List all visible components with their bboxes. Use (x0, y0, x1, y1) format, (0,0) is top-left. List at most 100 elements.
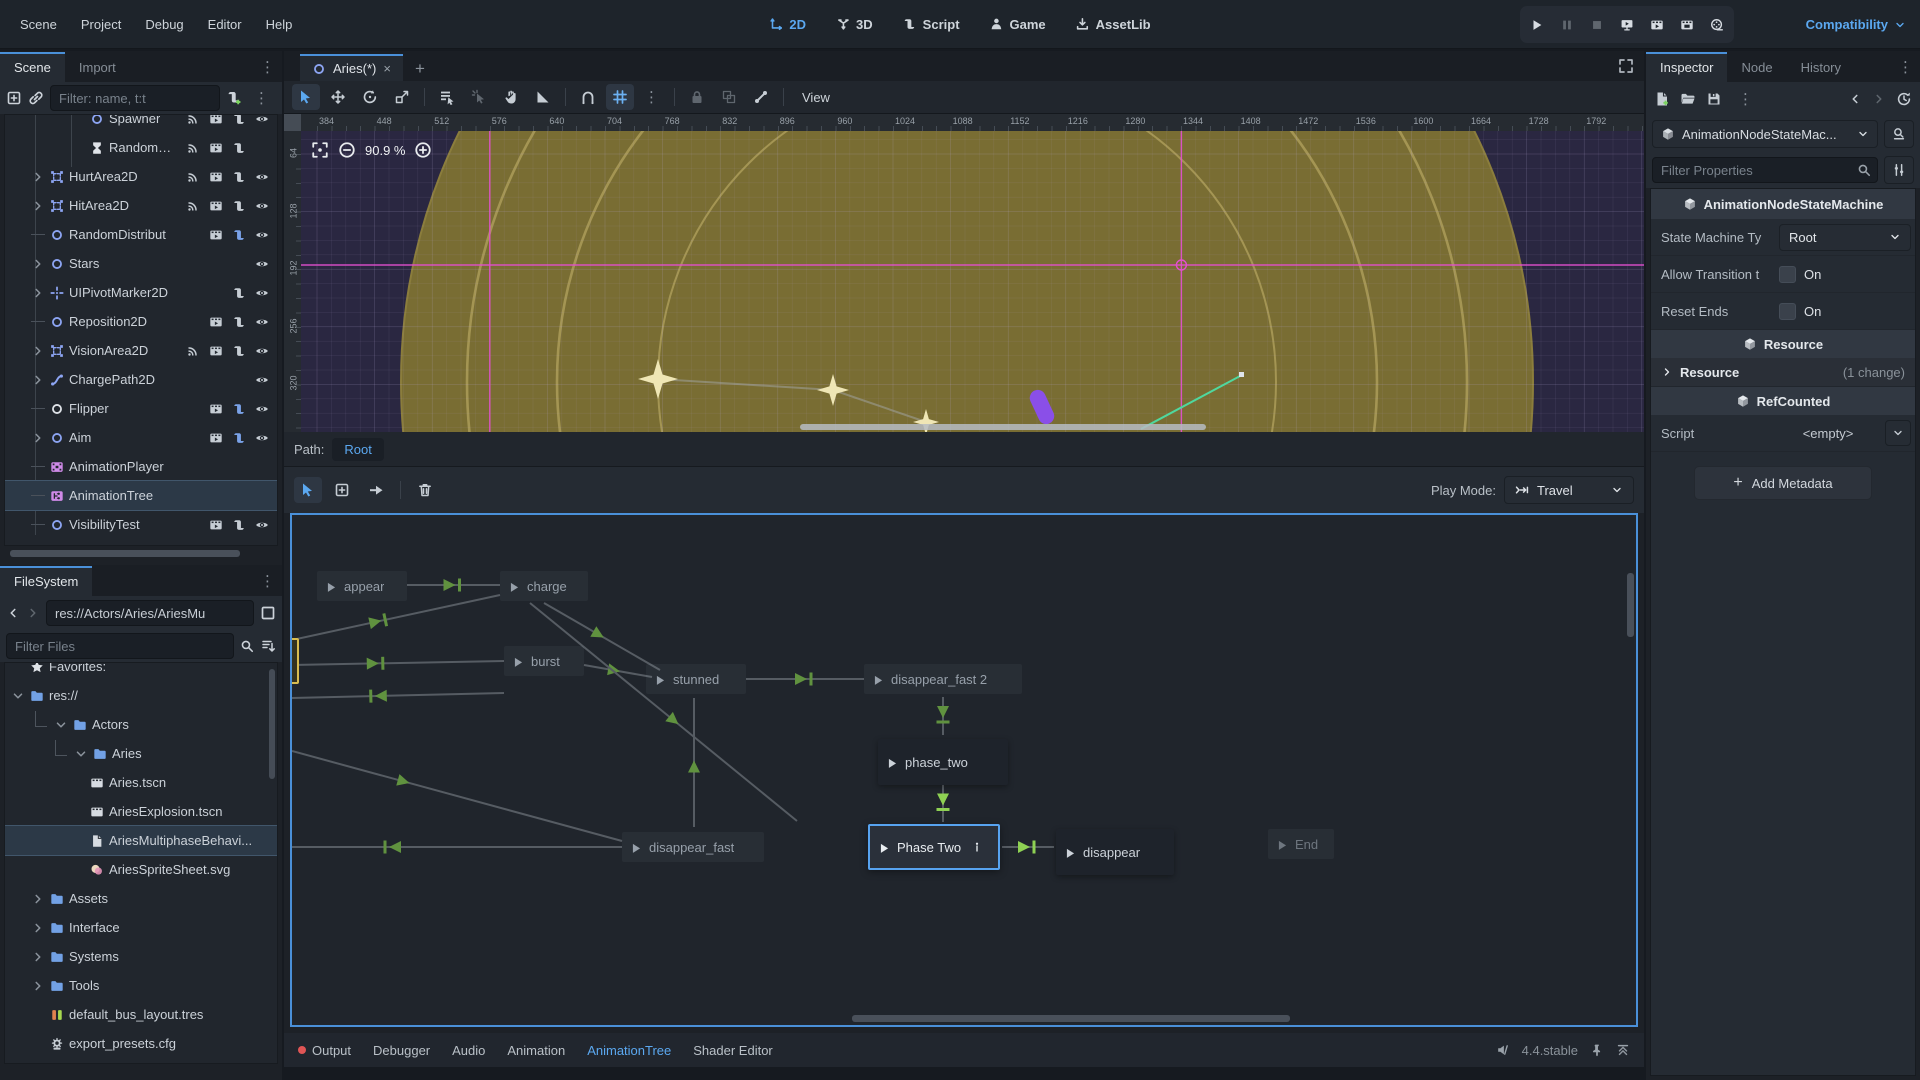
play-button[interactable] (1530, 18, 1544, 32)
new-scene-tab-button[interactable]: + (403, 57, 437, 81)
scene-node-visionarea2d[interactable]: VisionArea2D (5, 336, 277, 365)
state-node-disappear-fast-2[interactable]: disappear_fast 2 (864, 664, 1022, 694)
file-item-aries-tscn[interactable]: Aries.tscn (5, 768, 277, 797)
file-item-ariesmultiphasebehavi-[interactable]: AriesMultiphaseBehavi... (5, 826, 277, 855)
pan-tool[interactable] (497, 84, 525, 110)
graph-connect-tool[interactable] (362, 477, 390, 503)
movie-badge-icon[interactable] (209, 344, 223, 358)
file-item-export-presets-cfg[interactable]: export_presets.cfg (5, 1029, 277, 1058)
scene-node-animationplayer[interactable]: AnimationPlayer (5, 452, 277, 481)
signal-badge-icon[interactable] (186, 344, 200, 358)
workspace-2d[interactable]: 2D (759, 12, 816, 37)
grid-snap-toggle[interactable] (606, 84, 634, 110)
tab-node[interactable]: Node (1727, 52, 1786, 82)
play-state-icon[interactable] (656, 674, 665, 685)
movie-maker-button[interactable] (1710, 18, 1724, 32)
script-badge-icon[interactable] (232, 431, 246, 445)
expand-icon[interactable] (31, 257, 45, 271)
play-scene-button[interactable] (1650, 18, 1664, 32)
state-node-appear[interactable]: appear (317, 571, 407, 601)
signal-badge-icon[interactable] (186, 114, 200, 126)
pause-button[interactable] (1560, 18, 1574, 32)
property-tools-button[interactable] (1884, 156, 1914, 184)
view-menu[interactable]: View (792, 86, 840, 109)
script-dropdown-button[interactable] (1885, 420, 1911, 446)
eye-badge-icon[interactable] (255, 431, 269, 445)
script-badge-icon[interactable] (232, 170, 246, 184)
eye-badge-icon[interactable] (255, 402, 269, 416)
script-badge-icon[interactable] (232, 402, 246, 416)
play-state-icon[interactable] (1278, 839, 1287, 850)
play-mode-select[interactable]: Travel (1504, 476, 1634, 504)
file-item-ariesexplosion-tscn[interactable]: AriesExplosion.tscn (5, 797, 277, 826)
rotate-tool[interactable] (356, 84, 384, 110)
eye-badge-icon[interactable] (255, 114, 269, 126)
play-state-icon[interactable] (888, 757, 897, 768)
file-item-systems[interactable]: Systems (5, 942, 277, 971)
open-docs-button[interactable] (1884, 120, 1914, 148)
movie-badge-icon[interactable] (209, 170, 223, 184)
eye-badge-icon[interactable] (255, 286, 269, 300)
new-resource-icon[interactable] (1654, 91, 1670, 107)
file-item-interface[interactable]: Interface (5, 913, 277, 942)
scene-node-stars[interactable]: Stars (5, 249, 277, 278)
script-badge-icon[interactable] (232, 315, 246, 329)
scene-dock-menu-dots[interactable]: ⋮ (254, 58, 282, 76)
state-node-end[interactable]: End (1268, 829, 1334, 859)
scene-node-randomtim[interactable]: RandomTim (5, 133, 277, 162)
scale-tool[interactable] (388, 84, 416, 110)
play-state-icon[interactable] (874, 674, 883, 685)
eye-badge-icon[interactable] (255, 199, 269, 213)
path-root-button[interactable]: Root (332, 438, 383, 461)
menu-scene[interactable]: Scene (8, 11, 69, 38)
play-state-icon[interactable] (1066, 847, 1075, 858)
scene-node-animationtree[interactable]: AnimationTree (5, 481, 277, 510)
file-item-aries[interactable]: Aries (5, 739, 277, 768)
distraction-free-icon[interactable] (1618, 58, 1634, 74)
lock-node-button[interactable] (683, 84, 711, 110)
ruler-tool[interactable] (529, 84, 557, 110)
movie-badge-icon[interactable] (209, 228, 223, 242)
expand-icon[interactable] (31, 344, 45, 358)
workspace-script[interactable]: Script (893, 12, 970, 37)
filter-files-input[interactable] (6, 633, 234, 659)
property-checkbox[interactable] (1779, 303, 1796, 320)
filter-properties-input[interactable] (1652, 157, 1878, 183)
click-select-tool[interactable] (465, 84, 493, 110)
file-item-favorites-[interactable]: Favorites: (5, 662, 277, 681)
inspector-menu-dots[interactable]: ⋮ (1892, 58, 1920, 76)
expand-icon[interactable] (31, 950, 45, 964)
tab-filesystem[interactable]: FileSystem (0, 566, 92, 596)
bottom-tab-debugger[interactable]: Debugger (373, 1043, 430, 1058)
file-item-default-bus-layout-tres[interactable]: default_bus_layout.tres (5, 1000, 277, 1029)
resource-selector[interactable]: AnimationNodeStateMac... (1652, 120, 1878, 148)
canvas-hscrollbar[interactable] (800, 424, 1206, 430)
center-view-icon[interactable] (311, 141, 329, 159)
workspace-game[interactable]: Game (980, 12, 1056, 37)
file-item-ariesspritesheet-svg[interactable]: AriesSpriteSheet.svg (5, 855, 277, 884)
expand-icon[interactable] (31, 431, 45, 445)
history-forward-icon[interactable] (1872, 92, 1886, 106)
state-node-phase-two[interactable]: Phase Two (868, 824, 1000, 870)
scene-node-hurtarea2d[interactable]: HurtArea2D (5, 162, 277, 191)
workspace-3d[interactable]: 3D (826, 12, 883, 37)
viewport-2d[interactable]: 3844485125766407047688328969601024108811… (284, 114, 1644, 432)
script-value[interactable]: <empty> (1779, 426, 1877, 441)
pin-panel-icon[interactable] (1590, 1043, 1604, 1057)
movie-badge-icon[interactable] (209, 199, 223, 213)
state-node-burst[interactable]: burst (504, 646, 584, 676)
state-node-phase-two[interactable]: phase_two (878, 739, 1008, 785)
add-metadata-button[interactable]: + Add Metadata (1694, 466, 1872, 500)
sort-files-icon[interactable] (260, 638, 276, 654)
graph-vscrollbar[interactable] (1627, 573, 1634, 637)
script-badge-icon[interactable] (232, 114, 246, 126)
expand-icon[interactable] (31, 170, 45, 184)
eye-badge-icon[interactable] (255, 344, 269, 358)
script-badge-icon[interactable] (232, 199, 246, 213)
movie-badge-icon[interactable] (209, 518, 223, 532)
expand-icon[interactable] (31, 373, 45, 387)
script-badge-icon[interactable] (232, 344, 246, 358)
tab-inspector[interactable]: Inspector (1646, 52, 1727, 82)
scene-node-aim[interactable]: Aim (5, 423, 277, 452)
resource-section[interactable]: Resource (1 change) (1651, 358, 1915, 387)
